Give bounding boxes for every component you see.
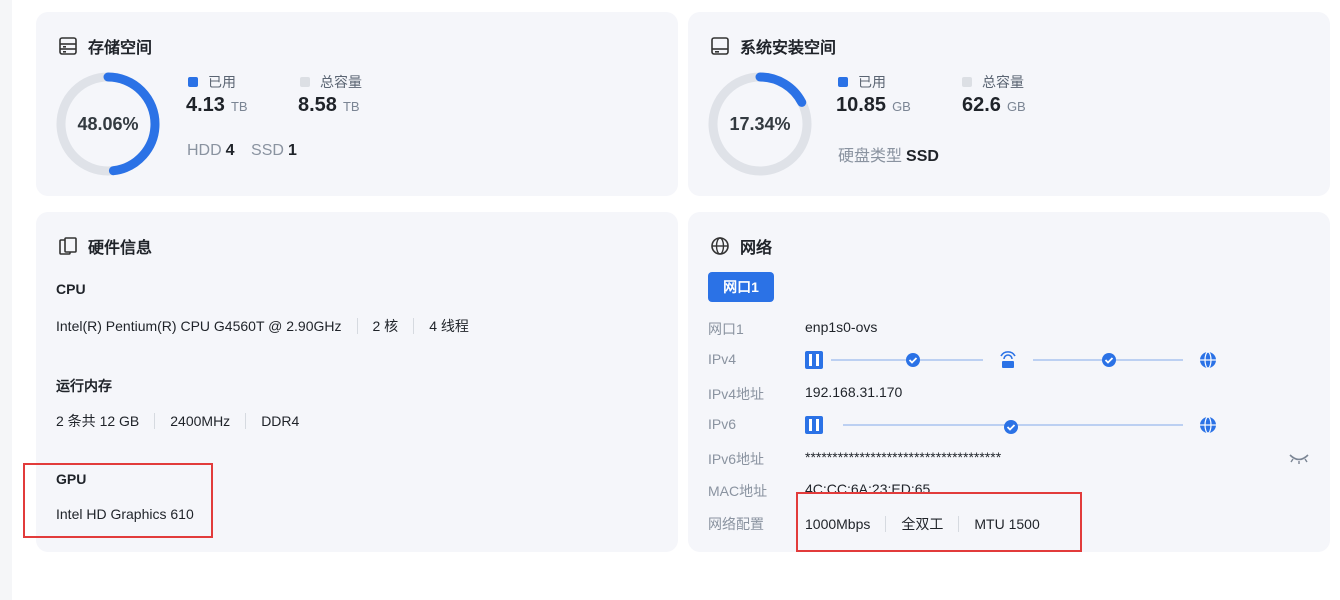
ipv6-path	[805, 416, 1216, 434]
ssd-label: SSD	[251, 142, 284, 159]
storage-percent: 48.06%	[77, 113, 139, 134]
tab-port-1[interactable]: 网口1	[708, 272, 774, 302]
system-total-legend: 总容量	[962, 72, 1024, 92]
check-icon	[906, 353, 920, 367]
network-config-label: 网络配置	[708, 516, 764, 532]
ram-info: 2 条共 12 GB 2400MHz DDR4	[56, 411, 299, 431]
network-config-highlight-box	[796, 492, 1082, 552]
cpu-cores: 2 核	[372, 318, 399, 334]
nas-icon	[805, 416, 823, 434]
storage-used-legend: 已用	[188, 72, 236, 92]
system-title-text: 系统安装空间	[740, 40, 837, 57]
disk-type-value: SSD	[906, 148, 939, 165]
eye-hidden-icon[interactable]	[1288, 452, 1310, 471]
ssd-count: 1	[287, 142, 297, 159]
system-total-value: 62.6 GB	[962, 94, 1026, 117]
ram-freq: 2400MHz	[170, 413, 231, 429]
ipv6-label: IPv6	[708, 416, 737, 432]
storage-total-unit: TB	[342, 99, 360, 114]
storage-icon	[58, 36, 78, 56]
hardware-title-text: 硬件信息	[88, 240, 153, 257]
cpu-info: Intel(R) Pentium(R) CPU G4560T @ 2.90GHz…	[56, 316, 469, 336]
total-dot	[962, 77, 972, 87]
globe-icon	[1200, 351, 1216, 369]
system-total-label: 总容量	[982, 74, 1024, 90]
storage-used-value: 4.13 TB	[186, 94, 248, 117]
storage-total-number: 8.58	[298, 94, 337, 116]
storage-used-label: 已用	[208, 74, 236, 90]
ram-type: DDR4	[261, 413, 300, 429]
system-used-unit: GB	[892, 99, 911, 114]
ipv4-address-value: 192.168.31.170	[805, 384, 903, 400]
network-title-text: 网络	[740, 240, 773, 257]
divider	[413, 318, 415, 334]
port-value: enp1s0-ovs	[805, 319, 878, 335]
hdd-label: HDD	[187, 142, 222, 159]
check-icon	[1004, 420, 1018, 434]
system-used-label: 已用	[858, 74, 886, 90]
cpu-label: CPU	[56, 281, 86, 297]
disk-type: 硬盘类型 SSD	[838, 142, 939, 166]
storage-donut: 48.06%	[56, 72, 160, 176]
check-icon	[1102, 353, 1116, 367]
storage-title: 存储空间	[58, 34, 152, 58]
ram-label: 运行内存	[56, 378, 112, 394]
disk-counts: HDD 4 SSD 1	[187, 142, 297, 160]
system-used-legend: 已用	[838, 72, 886, 92]
nas-icon	[805, 351, 823, 369]
storage-title-text: 存储空间	[88, 40, 153, 57]
divider	[356, 318, 358, 334]
system-total-number: 62.6	[962, 94, 1001, 116]
system-card: 系统安装空间 17.34% 已用 总容量 10.85 GB 62.6 GB 硬盘类型…	[688, 12, 1330, 196]
left-strip	[0, 0, 12, 600]
storage-total-value: 8.58 TB	[298, 94, 360, 117]
total-dot	[300, 77, 310, 87]
divider	[154, 413, 156, 429]
storage-total-label: 总容量	[320, 74, 362, 90]
storage-used-number: 4.13	[186, 94, 225, 116]
system-total-unit: GB	[1006, 99, 1026, 114]
system-disk-icon	[710, 36, 730, 56]
hardware-icon	[58, 236, 78, 256]
gpu-highlight-box	[23, 463, 213, 538]
globe-icon	[1200, 416, 1216, 434]
network-title: 网络	[710, 234, 772, 258]
port-label: 网口1	[708, 321, 744, 337]
cpu-threads: 4 线程	[429, 318, 469, 334]
system-title: 系统安装空间	[710, 34, 836, 58]
disk-type-label: 硬盘类型	[838, 148, 903, 165]
ipv6-address-label: IPv6地址	[708, 451, 765, 467]
system-donut: 17.34%	[708, 72, 812, 176]
storage-card: 存储空间 48.06% 已用 总容量 4.13 TB 8.58 TB HDD 4 SS…	[36, 12, 678, 196]
divider	[245, 413, 247, 429]
mac-label: MAC地址	[708, 483, 768, 499]
storage-total-legend: 总容量	[300, 72, 362, 92]
used-dot	[188, 77, 198, 87]
cpu-model: Intel(R) Pentium(R) CPU G4560T @ 2.90GHz	[56, 318, 342, 334]
ipv4-label: IPv4	[708, 351, 737, 367]
system-used-value: 10.85 GB	[836, 94, 911, 117]
ipv6-address-value: ************************************	[805, 449, 1002, 465]
router-icon	[1000, 351, 1016, 368]
hdd-count: 4	[225, 142, 235, 159]
storage-used-unit: TB	[230, 99, 248, 114]
hardware-title: 硬件信息	[58, 234, 152, 258]
system-percent: 17.34%	[729, 113, 791, 134]
system-used-number: 10.85	[836, 94, 887, 116]
ram-sticks: 2 条共 12 GB	[56, 413, 140, 429]
ipv4-address-label: IPv4地址	[708, 386, 765, 402]
used-dot	[838, 77, 848, 87]
globe-icon	[710, 236, 730, 256]
ipv4-path	[805, 351, 1216, 369]
